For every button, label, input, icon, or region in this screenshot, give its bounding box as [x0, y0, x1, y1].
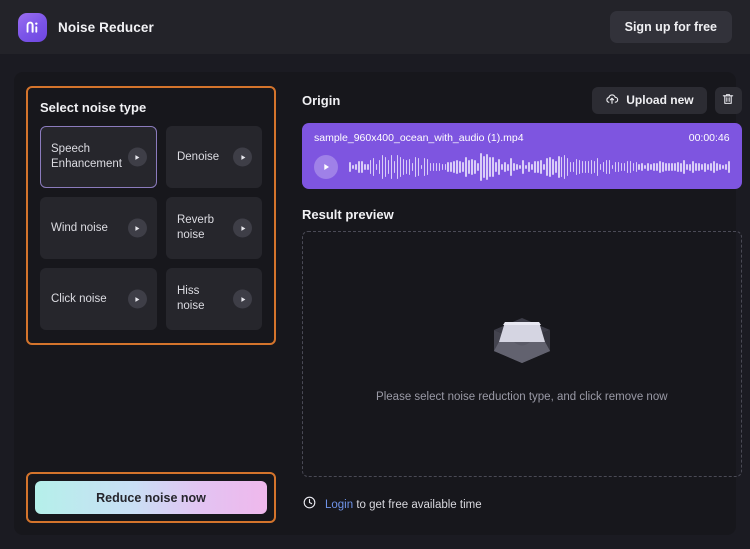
player-meta: sample_960x400_ocean_with_audio (1).mp4 …: [314, 132, 730, 144]
noise-card-label: Speech Enhancement: [51, 143, 122, 170]
player-filename: sample_960x400_ocean_with_audio (1).mp4: [314, 132, 524, 144]
app-title: Noise Reducer: [58, 19, 154, 35]
reduce-noise-button[interactable]: Reduce noise now: [35, 481, 267, 514]
player-play-icon[interactable]: [314, 155, 338, 179]
noise-reducer-app: Noise Reducer Sign up for free Select no…: [0, 0, 750, 549]
play-icon[interactable]: [127, 289, 147, 309]
noise-card-label: Reverb noise: [176, 214, 215, 241]
noise-card-hiss-noise[interactable]: Hiss noise: [165, 268, 262, 330]
content-area: Select noise type Speech Enhancement Den…: [14, 72, 742, 535]
play-icon[interactable]: [233, 147, 252, 167]
noise-type-grid: Speech Enhancement Denoise Wind noise Re…: [40, 126, 262, 330]
main-panel: Select noise type Speech Enhancement Den…: [14, 72, 742, 535]
media-io-logo-icon: [18, 12, 47, 42]
noise-type-selector: Select noise type Speech Enhancement Den…: [26, 86, 276, 345]
noise-card-reverb-noise[interactable]: Reverb noise: [165, 197, 262, 259]
delete-button[interactable]: [714, 86, 742, 114]
cloud-upload-icon: [605, 92, 619, 109]
result-preview-heading: Result preview: [302, 207, 394, 222]
noise-card-click-noise[interactable]: Click noise: [40, 268, 157, 330]
reduce-noise-highlight: Reduce noise now: [26, 472, 276, 523]
empty-box-icon: [484, 306, 560, 373]
upload-new-button[interactable]: Upload new: [592, 86, 707, 114]
play-icon[interactable]: [127, 218, 147, 238]
noise-card-speech-enhancement[interactable]: Speech Enhancement: [40, 126, 157, 188]
sign-up-button[interactable]: Sign up for free: [609, 11, 732, 43]
origin-header: Origin Upload new: [302, 86, 742, 114]
trash-icon: [721, 92, 735, 109]
login-hint-text: to get free available time: [353, 499, 482, 511]
result-preview-box: Please select noise reduction type, and …: [302, 231, 742, 477]
origin-audio-player[interactable]: sample_960x400_ocean_with_audio (1).mp4 …: [302, 123, 742, 189]
clock-icon: [302, 495, 317, 515]
player-duration: 00:00:46: [688, 132, 730, 144]
login-hint: Login to get free available time: [325, 499, 482, 511]
result-empty-text: Please select noise reduction type, and …: [376, 390, 668, 403]
play-icon[interactable]: [127, 147, 147, 167]
noise-card-label: Hiss noise: [176, 285, 205, 312]
noise-card-label: Click noise: [51, 292, 107, 305]
noise-type-heading: Select noise type: [40, 100, 147, 115]
noise-card-denoise[interactable]: Denoise: [165, 126, 262, 188]
noise-card-label: Denoise: [176, 150, 220, 163]
audio-waveform[interactable]: [349, 152, 730, 182]
play-icon[interactable]: [233, 289, 252, 309]
origin-heading: Origin: [302, 92, 341, 108]
left-column: Select noise type Speech Enhancement Den…: [26, 86, 276, 523]
brand: Noise Reducer: [18, 12, 154, 42]
noise-card-label: Wind noise: [51, 221, 108, 234]
player-controls: [314, 152, 730, 182]
noise-card-wind-noise[interactable]: Wind noise: [40, 197, 157, 259]
play-icon[interactable]: [233, 218, 252, 238]
login-link[interactable]: Login: [325, 499, 353, 511]
upload-new-label: Upload new: [626, 93, 694, 107]
right-column: Origin Upload new sample_960x400_ocean_w…: [276, 86, 742, 523]
login-hint-row: Login to get free available time: [302, 487, 742, 523]
app-header: Noise Reducer Sign up for free: [0, 0, 750, 54]
